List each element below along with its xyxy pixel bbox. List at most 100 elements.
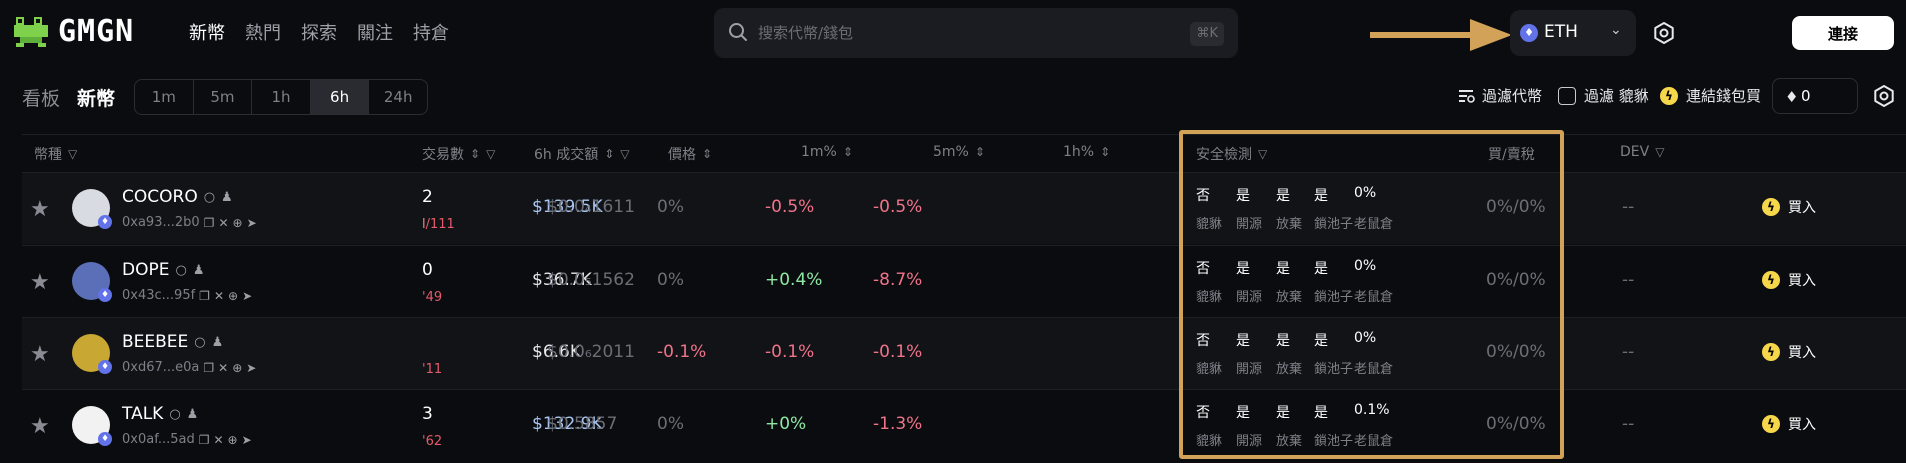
globe-icon[interactable]: ⊕	[228, 433, 238, 447]
security-label: 開源	[1236, 362, 1263, 377]
sort-icon[interactable]: ⇕	[702, 147, 712, 161]
logo[interactable]: GMGN	[14, 14, 134, 49]
search-icon[interactable]: ○	[204, 190, 215, 205]
favorite-star-icon[interactable]: ★	[30, 342, 50, 367]
table-row[interactable]: ★ ♦ DOPE ○ ♟ 0x43c...95f ❐ ✕ ⊕ ➤ 0 '49 $…	[22, 245, 1906, 317]
buy-button[interactable]: ϟ 買入	[1762, 414, 1816, 434]
table-row[interactable]: ★ ♦ BEEBEE ○ ♟ 0xd67...e0a ❐ ✕ ⊕ ➤ '11 $…	[22, 317, 1906, 389]
board-label[interactable]: 看板	[22, 84, 60, 111]
security-label: 貔貅	[1196, 362, 1223, 377]
table-row[interactable]: ★ ♦ TALK ○ ♟ 0x0af...5ad ❐ ✕ ⊕ ➤ 3 '62 $…	[22, 389, 1906, 461]
filter-icon[interactable]: ▽	[1655, 145, 1664, 159]
change-5m: -0.1%	[765, 342, 815, 362]
filter-icon[interactable]: ▽	[68, 147, 77, 161]
sort-icon[interactable]: ⇕	[604, 147, 614, 161]
favorite-star-icon[interactable]: ★	[30, 197, 50, 222]
filter-icon[interactable]: ▽	[620, 147, 629, 161]
copy-icon[interactable]: ❐	[199, 289, 210, 303]
lightning-icon: ϟ	[1762, 271, 1780, 289]
header-1m[interactable]: 1m% ⇕	[801, 144, 853, 160]
price-value: $0.0₄1611	[547, 197, 635, 217]
telegram-icon[interactable]: ➤	[242, 433, 252, 447]
change-5m: -0.5%	[765, 197, 815, 217]
table-row[interactable]: ★ ♦ COCORO ○ ♟ 0xa93...2b0 ❐ ✕ ⊕ ➤ 2 l/1…	[22, 172, 1906, 244]
security-label: 開源	[1236, 217, 1263, 232]
search-icon[interactable]: ○	[194, 335, 205, 350]
security-label: 貔貅	[1196, 434, 1223, 449]
timeframe-6h[interactable]: 6h	[310, 80, 370, 114]
change-1m: 0%	[657, 414, 684, 434]
search-input[interactable]	[758, 20, 1158, 46]
telegram-icon[interactable]: ➤	[247, 216, 257, 230]
search-icon[interactable]: ○	[175, 263, 186, 278]
sort-icon[interactable]: ⇕	[470, 147, 480, 161]
x-twitter-icon[interactable]: ✕	[213, 433, 223, 447]
header-5m[interactable]: 5m% ⇕	[933, 144, 985, 160]
telegram-icon[interactable]: ➤	[246, 361, 256, 375]
filter-icon[interactable]: ▽	[1258, 147, 1267, 161]
x-twitter-icon[interactable]: ✕	[214, 289, 224, 303]
hide-honeypot-checkbox[interactable]	[1558, 86, 1576, 105]
favorite-star-icon[interactable]: ★	[30, 270, 50, 295]
nav-item-new[interactable]: 新幣	[189, 19, 225, 45]
token-name: COCORO	[122, 187, 198, 207]
security-label: 老鼠倉	[1354, 362, 1394, 377]
nav-item-trending[interactable]: 熱門	[245, 19, 281, 45]
search-box[interactable]: ⌘K	[714, 8, 1238, 58]
nav-item-discover[interactable]: 探索	[301, 19, 337, 45]
main-nav: 新幣 熱門 探索 關注 持倉	[189, 19, 469, 45]
logo-text: GMGN	[58, 14, 135, 49]
security-value: 是	[1314, 405, 1328, 421]
search-icon[interactable]: ○	[169, 407, 180, 422]
filter-tokens-button[interactable]: 過濾代幣	[1458, 85, 1542, 106]
gear-icon[interactable]	[1652, 21, 1676, 45]
timeframe-1m[interactable]: 1m	[135, 80, 194, 114]
header-dev[interactable]: DEV ▽	[1620, 144, 1664, 160]
token-name-group[interactable]: DOPE ○ ♟	[122, 260, 204, 280]
chain-selector[interactable]: ♦ ETH ⌄	[1510, 10, 1636, 56]
header-1h[interactable]: 1h% ⇕	[1063, 144, 1110, 160]
favorite-star-icon[interactable]: ★	[30, 414, 50, 439]
header-price[interactable]: 價格 ⇕	[668, 144, 712, 164]
globe-icon[interactable]: ⊕	[232, 361, 242, 375]
link-wallet-buy-button[interactable]: ϟ 連結錢包買	[1660, 85, 1761, 106]
globe-icon[interactable]: ⊕	[233, 216, 243, 230]
connect-button[interactable]: 連接	[1792, 16, 1894, 50]
timeframe-5m[interactable]: 5m	[194, 80, 253, 114]
sort-icon[interactable]: ⇕	[1100, 145, 1110, 159]
header-token[interactable]: 幣種 ▽	[34, 144, 77, 164]
header-volume[interactable]: 6h 成交額 ⇕ ▽	[534, 144, 630, 164]
filter-icon[interactable]: ▽	[486, 147, 495, 161]
buy-button[interactable]: ϟ 買入	[1762, 342, 1816, 362]
globe-icon[interactable]: ⊕	[228, 289, 238, 303]
timeframe-24h[interactable]: 24h	[369, 80, 427, 114]
sort-icon[interactable]: ⇕	[843, 145, 853, 159]
gear-icon[interactable]	[1872, 84, 1896, 108]
buy-button[interactable]: ϟ 買入	[1762, 197, 1816, 217]
buy-button[interactable]: ϟ 買入	[1762, 270, 1816, 290]
copy-icon[interactable]: ❐	[203, 361, 214, 375]
header-security[interactable]: 安全檢測 ▽	[1196, 144, 1267, 164]
token-name-group[interactable]: COCORO ○ ♟	[122, 187, 233, 207]
telegram-icon[interactable]: ➤	[242, 289, 252, 303]
token-name-group[interactable]: TALK ○ ♟	[122, 404, 198, 424]
nav-item-follow[interactable]: 關注	[357, 19, 393, 45]
hide-honeypot-toggle[interactable]: 過濾 貔貅	[1558, 85, 1649, 106]
security-value: 否	[1196, 333, 1210, 349]
timeframe-1h[interactable]: 1h	[252, 80, 311, 114]
txn-count: 3	[422, 404, 433, 424]
header-txns[interactable]: 交易數 ⇕ ▽	[422, 144, 495, 164]
holders-icon: ♟	[186, 406, 199, 422]
change-5m: +0%	[765, 414, 807, 434]
copy-icon[interactable]: ❐	[199, 433, 210, 447]
x-twitter-icon[interactable]: ✕	[218, 216, 228, 230]
nav-item-holding[interactable]: 持倉	[413, 19, 449, 45]
copy-icon[interactable]: ❐	[204, 216, 215, 230]
x-twitter-icon[interactable]: ✕	[218, 361, 228, 375]
txn-breakdown: '49	[422, 290, 442, 305]
buy-amount-input[interactable]: ♦ 0	[1772, 78, 1858, 114]
link-wallet-label: 連結錢包買	[1686, 87, 1762, 105]
buy-amount-value: 0	[1801, 87, 1811, 105]
sort-icon[interactable]: ⇕	[975, 145, 985, 159]
token-name-group[interactable]: BEEBEE ○ ♟	[122, 332, 223, 352]
